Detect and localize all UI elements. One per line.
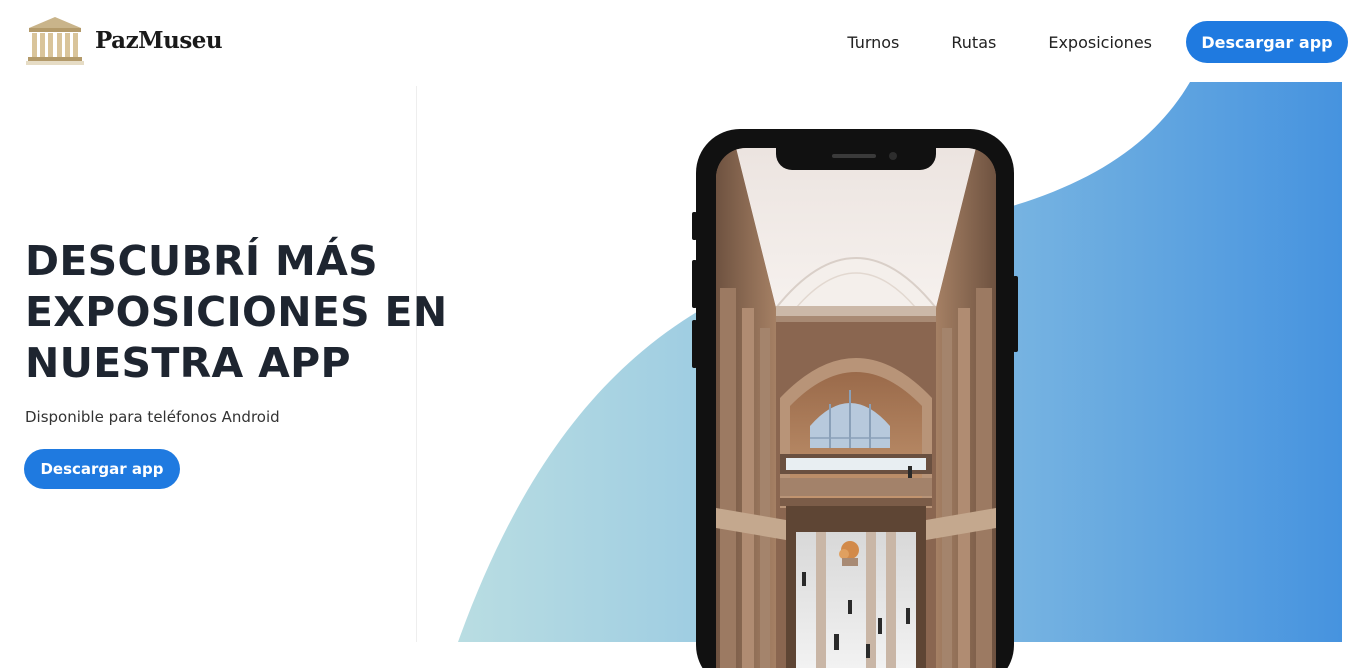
phone-side-button xyxy=(692,260,697,308)
nav-link-turnos[interactable]: Turnos xyxy=(847,33,899,52)
hero-title-line: DESCUBRÍ MÁS xyxy=(25,237,378,285)
hero-title-line: NUESTRA APP xyxy=(25,339,351,387)
nav-link-rutas[interactable]: Rutas xyxy=(951,33,996,52)
phone-camera xyxy=(889,152,897,160)
museum-building-icon xyxy=(26,17,84,65)
hero-download-button[interactable]: Descargar app xyxy=(24,449,180,489)
hero-subtitle: Disponible para teléfonos Android xyxy=(25,408,280,426)
phone-power-button xyxy=(1013,276,1018,352)
landing-page: PazMuseu Turnos Rutas Exposiciones Desca… xyxy=(0,0,1366,668)
hero-title-line: EXPOSICIONES EN xyxy=(25,288,448,336)
phone-side-button xyxy=(692,212,697,240)
phone-speaker xyxy=(832,154,876,158)
brand-name: PazMuseu xyxy=(95,26,223,54)
brand[interactable]: PazMuseu xyxy=(25,14,223,66)
header-download-button[interactable]: Descargar app xyxy=(1186,21,1348,63)
phone-side-button xyxy=(692,320,697,368)
museum-interior-photo xyxy=(716,148,996,668)
hero-title: DESCUBRÍ MÁS EXPOSICIONES EN NUESTRA APP xyxy=(25,236,447,389)
main-nav: Turnos Rutas Exposiciones Descargar app xyxy=(847,21,1348,63)
site-header: PazMuseu Turnos Rutas Exposiciones Desca… xyxy=(0,0,1366,82)
nav-link-exposiciones[interactable]: Exposiciones xyxy=(1048,33,1152,52)
